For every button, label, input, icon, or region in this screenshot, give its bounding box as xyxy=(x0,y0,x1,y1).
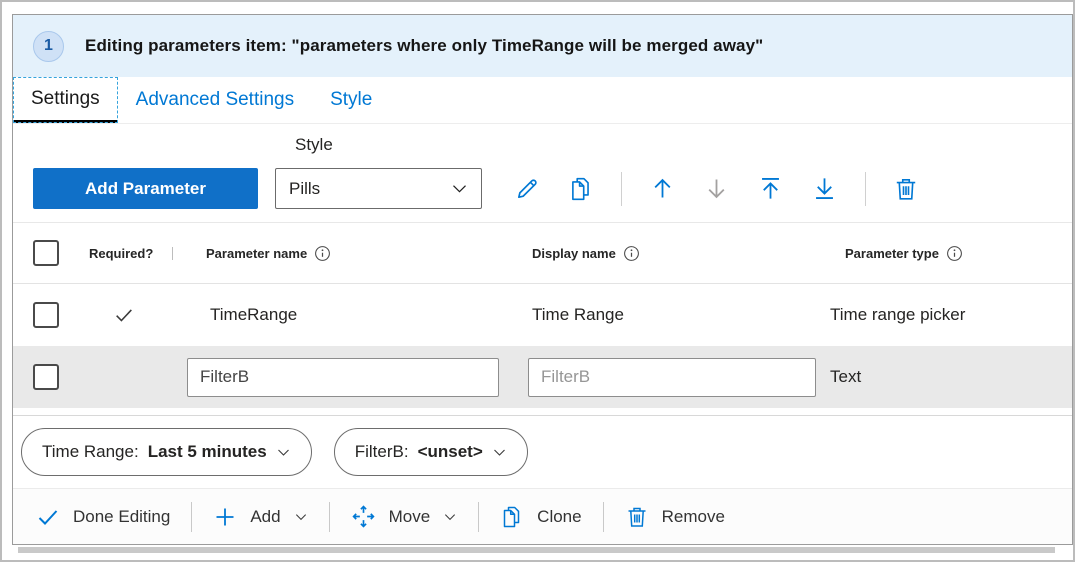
footer-item-label: Remove xyxy=(661,506,725,526)
parameter-type-value: Text xyxy=(830,367,862,386)
toolbar-divider xyxy=(621,171,622,206)
done-editing-button[interactable]: Done Editing xyxy=(27,505,179,529)
row-checkbox[interactable] xyxy=(33,302,59,328)
section-divider xyxy=(13,408,1072,416)
table-row-editing[interactable]: Text xyxy=(13,346,1072,408)
footer-divider xyxy=(191,501,193,532)
footer-item-label: Add xyxy=(250,506,281,526)
footer-divider xyxy=(602,501,604,532)
panel-title: Editing parameters item: "parameters whe… xyxy=(85,36,764,55)
horizontal-scrollbar[interactable] xyxy=(18,547,1055,553)
display-name-input[interactable] xyxy=(528,357,816,397)
move-icon xyxy=(351,504,376,529)
pill-value: <unset> xyxy=(417,442,483,461)
delete-icon xyxy=(625,505,649,529)
info-icon[interactable] xyxy=(946,245,963,262)
move-down-icon[interactable] xyxy=(703,175,730,202)
move-up-icon[interactable] xyxy=(649,175,676,202)
chevron-down-icon xyxy=(451,180,468,197)
remove-button[interactable]: Remove xyxy=(616,505,734,529)
footer-item-label: Clone xyxy=(537,506,582,526)
delete-icon[interactable] xyxy=(893,176,919,202)
footer-divider xyxy=(478,501,480,532)
item-action-bar: Done Editing Add Move Clone Remove xyxy=(13,488,1072,544)
footer-item-label: Done Editing xyxy=(73,506,171,526)
column-required: Required? xyxy=(89,245,154,261)
parameter-type-value: Time range picker xyxy=(830,305,966,324)
style-select-value: Pills xyxy=(289,178,321,198)
plus-icon xyxy=(213,505,237,529)
filterb-pill[interactable]: FilterB: <unset> xyxy=(333,428,528,476)
pill-label: Time Range: xyxy=(42,442,139,461)
style-select[interactable]: Pills xyxy=(275,168,482,209)
parameters-toolbar: Style Add Parameter Pills xyxy=(13,124,1072,223)
select-all-checkbox[interactable] xyxy=(33,240,59,266)
move-to-top-icon[interactable] xyxy=(757,175,784,202)
parameters-edit-panel: 1 Editing parameters item: "parameters w… xyxy=(12,14,1073,545)
parameters-preview: Time Range: Last 5 minutes FilterB: <uns… xyxy=(13,416,1072,488)
add-parameter-button[interactable]: Add Parameter xyxy=(33,168,258,209)
column-divider xyxy=(172,246,173,260)
column-parameter-type: Parameter type xyxy=(845,245,939,261)
panel-header: 1 Editing parameters item: "parameters w… xyxy=(13,15,1072,77)
clone-icon xyxy=(500,505,524,529)
move-to-bottom-icon[interactable] xyxy=(811,175,838,202)
clone-icon[interactable] xyxy=(568,176,594,202)
table-header-row: Required? Parameter name Display name Pa… xyxy=(13,223,1072,284)
parameter-name-value: TimeRange xyxy=(210,305,298,324)
display-name-value: Time Range xyxy=(532,305,624,324)
style-dropdown-label: Style xyxy=(295,135,333,154)
toolbar-divider xyxy=(865,171,866,206)
add-button[interactable]: Add xyxy=(204,505,316,529)
table-row[interactable]: TimeRange Time Range Time range picker xyxy=(13,284,1072,346)
edit-icon[interactable] xyxy=(514,175,541,202)
parameter-name-input[interactable] xyxy=(187,357,499,397)
pill-value: Last 5 minutes xyxy=(147,442,267,461)
check-icon xyxy=(36,505,60,529)
chevron-down-icon xyxy=(443,510,457,524)
info-icon[interactable] xyxy=(623,245,640,262)
pill-label: FilterB: xyxy=(354,442,409,461)
row-checkbox[interactable] xyxy=(33,364,59,390)
time-range-pill[interactable]: Time Range: Last 5 minutes xyxy=(21,428,312,476)
chevron-down-icon xyxy=(294,510,308,524)
tab-advanced-settings[interactable]: Advanced Settings xyxy=(118,77,312,123)
column-display-name: Display name xyxy=(532,245,616,261)
chevron-down-icon xyxy=(276,445,291,460)
column-parameter-name: Parameter name xyxy=(206,245,308,261)
tab-settings[interactable]: Settings xyxy=(13,77,118,123)
required-check-icon xyxy=(113,304,135,326)
footer-item-label: Move xyxy=(388,506,431,526)
workbook-edit-screen: 1 Editing parameters item: "parameters w… xyxy=(0,0,1075,562)
info-icon[interactable] xyxy=(314,245,331,262)
footer-divider xyxy=(328,501,330,532)
move-button[interactable]: Move xyxy=(342,504,467,529)
chevron-down-icon xyxy=(492,445,507,460)
step-number-badge: 1 xyxy=(33,30,64,62)
tab-bar: Settings Advanced Settings Style xyxy=(13,77,1072,124)
clone-button[interactable]: Clone xyxy=(491,505,590,529)
tab-style[interactable]: Style xyxy=(312,77,390,123)
